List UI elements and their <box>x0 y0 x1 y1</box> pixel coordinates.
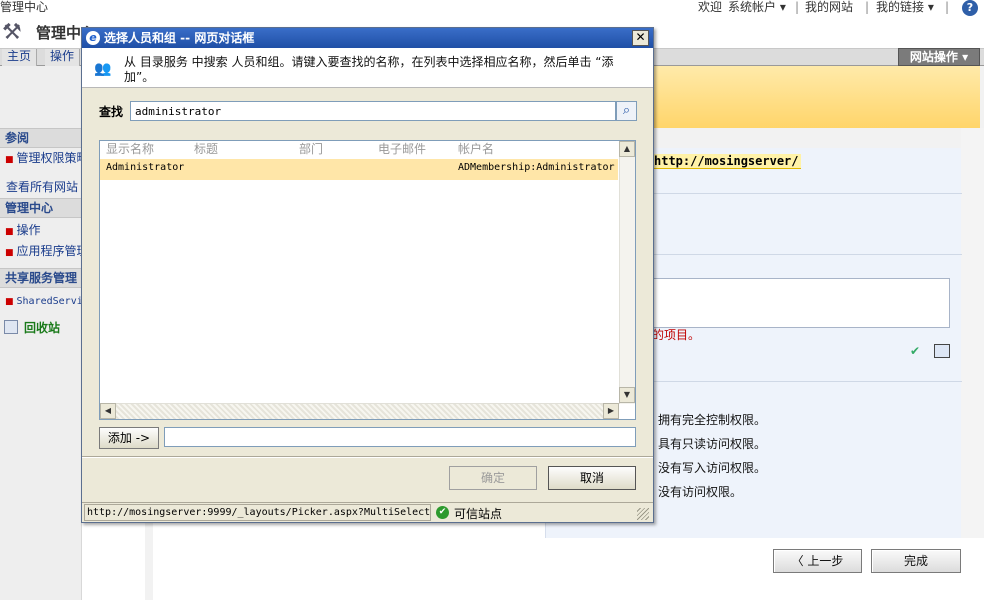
column-title[interactable]: 标题 <box>194 141 218 158</box>
divider <box>652 254 962 255</box>
topbar-separator: | <box>865 0 870 14</box>
welcome-text: 欢迎 <box>698 0 723 14</box>
column-display-name[interactable]: 显示名称 <box>106 141 154 158</box>
results-list <box>99 140 636 420</box>
permission-text: 具有只读访问权限。 <box>658 437 767 451</box>
permission-text: 没有访问权限。 <box>658 485 743 499</box>
divider <box>652 193 962 194</box>
site-url-text: http://mosingserver/ <box>652 154 801 169</box>
top-bar: 管理中心 欢迎 系统帐户 ▾ | 我的网站 | 我的链接 ▾ | <box>0 0 984 16</box>
site-title-link[interactable]: 管理中心 <box>0 0 48 14</box>
cancel-button[interactable]: 取消 <box>548 466 636 490</box>
status-url: http://mosingserver:9999/_layouts/Picker… <box>84 504 431 521</box>
my-links-menu[interactable]: 我的链接 ▾ <box>876 0 934 14</box>
tab-home[interactable]: 主页 <box>2 49 38 66</box>
leftnav-item-sharedservices[interactable]: ■SharedServices <box>0 290 82 310</box>
leftnav-item-policy[interactable]: ■ 管理权限策略 <box>0 148 82 168</box>
tab-operations[interactable]: 操作 <box>45 49 81 66</box>
address-book-icon[interactable] <box>934 344 950 358</box>
add-button[interactable]: 添加 -> <box>99 427 159 449</box>
dialog-title: 选择人员和组 -- 网页对话框 <box>82 28 653 48</box>
results-header <box>100 141 618 158</box>
ok-button[interactable]: 确定 <box>449 466 537 490</box>
add-input[interactable] <box>164 427 636 447</box>
vertical-scrollbar[interactable] <box>619 141 635 404</box>
trusted-zone-text: 可信站点 <box>454 507 503 521</box>
leftnav-header-central[interactable]: 管理中心 <box>0 198 82 218</box>
cell-display-name: Administrator <box>106 162 185 173</box>
divider <box>652 381 962 382</box>
column-email[interactable]: 电子邮件 <box>378 141 426 158</box>
recycle-bin-link[interactable]: 回收站 <box>4 318 60 338</box>
check-circle-icon: ✔ <box>436 506 449 519</box>
users-input[interactable] <box>652 278 950 328</box>
warning-text: 的项目。 <box>652 328 701 342</box>
resize-grip-icon[interactable] <box>637 508 649 520</box>
recycle-bin-icon <box>4 320 18 334</box>
ie-icon: e <box>86 31 100 45</box>
leftnav-header-ssp[interactable]: 共享服务管理 <box>0 268 82 288</box>
my-site-link[interactable]: 我的网站 <box>805 0 853 14</box>
leftnav-header-view: 参阅 <box>0 128 82 148</box>
permission-text: 拥有完全控制权限。 <box>658 413 767 427</box>
dialog-divider <box>82 456 653 458</box>
people-icon: 👥 <box>94 61 112 77</box>
cell-account: ADMembership:Administrator <box>458 162 615 173</box>
finish-button[interactable]: 完成 <box>871 549 961 573</box>
back-button[interactable]: 〈 上一步 <box>773 549 862 573</box>
right-margin <box>961 128 984 600</box>
leftnav-item-apps[interactable]: ■ 应用程序管理 <box>0 241 82 261</box>
column-department[interactable]: 部门 <box>299 141 323 158</box>
check-names-icon[interactable]: ✔ <box>910 344 928 358</box>
leftnav-item-operations[interactable]: ■ 操作 <box>0 220 82 240</box>
account-menu[interactable]: 系统帐户 ▾ <box>728 0 786 14</box>
find-input[interactable] <box>130 101 616 121</box>
site-actions-menu[interactable]: 网站操作 ▾ <box>898 48 980 66</box>
find-label: 查找 <box>99 105 124 119</box>
permission-text: 没有写入访问权限。 <box>658 461 767 475</box>
leftnav-view-all-sites[interactable]: 查看所有网站 <box>0 177 82 197</box>
help-icon[interactable]: ? <box>962 0 978 16</box>
instruction-text: 从 目录服务 中搜索 人员和组。请键入要查找的名称，在列表中选择相应名称，然后单… <box>124 55 614 84</box>
scroll-left-icon[interactable]: ◀ <box>100 403 116 419</box>
horizontal-scrollbar[interactable] <box>100 403 619 419</box>
scroll-down-icon[interactable]: ▼ <box>619 387 635 403</box>
search-icon[interactable]: ⌕ <box>616 101 637 121</box>
column-account[interactable]: 帐户名 <box>458 141 494 158</box>
select-people-dialog: 选择人员和组 -- 网页对话框 e ✕ 👥 从 目录服务 中搜索 人员和组。请键… <box>81 27 654 523</box>
close-button[interactable]: ✕ <box>632 30 649 46</box>
topbar-separator: | <box>795 0 800 14</box>
topbar-separator: | <box>945 0 950 14</box>
scroll-up-icon[interactable]: ▲ <box>619 141 635 157</box>
scroll-right-icon[interactable]: ▶ <box>603 403 619 419</box>
tools-icon: ⚒ <box>2 20 22 45</box>
